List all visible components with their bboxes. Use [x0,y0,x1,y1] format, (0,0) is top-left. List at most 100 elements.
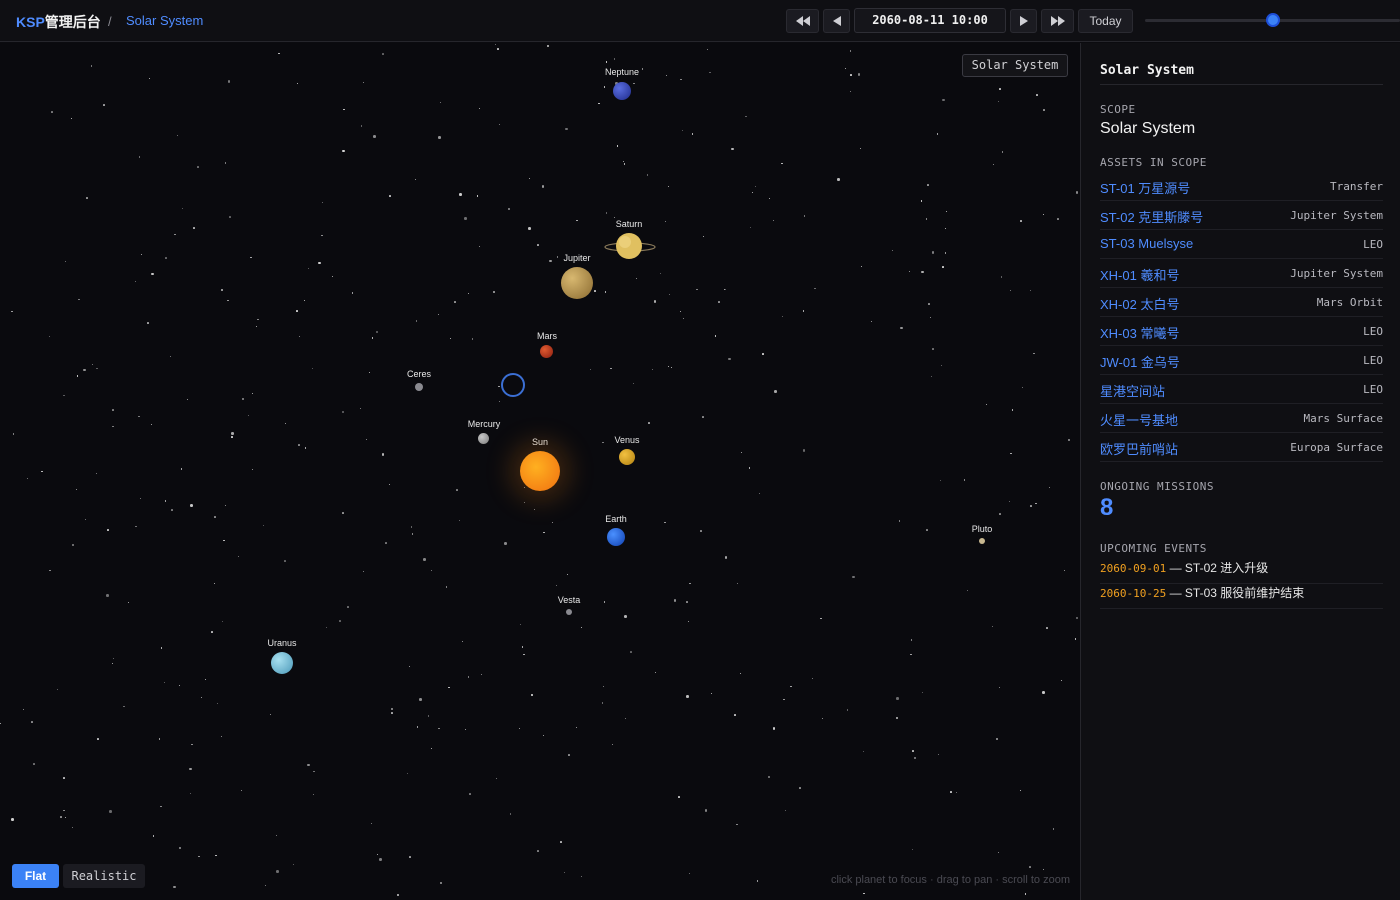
uranus-planet[interactable] [271,652,293,674]
asset-name[interactable]: 欧罗巴前哨站 [1100,439,1178,458]
app-brand[interactable]: KSP管理后台 [16,12,101,32]
star [772,727,776,730]
asset-row[interactable]: 火星一号基地 Mars Surface [1100,404,1383,433]
star [160,647,163,649]
star [304,447,307,449]
star [863,893,865,895]
star [292,864,295,866]
breadcrumb-current[interactable]: Solar System [126,13,203,28]
star [75,489,78,491]
star [189,792,192,795]
timeline-slider-thumb[interactable] [1265,13,1280,27]
star [931,251,935,254]
star [498,123,501,126]
step-forward-button[interactable] [1010,9,1037,33]
star [468,292,470,295]
event-separator: — [1166,586,1185,600]
star [767,775,771,779]
asset-row[interactable]: XH-03 常曦号 LEO [1100,317,1383,346]
asset-row[interactable]: JW-01 金乌号 LEO [1100,346,1383,375]
star [1008,500,1010,503]
asset-row[interactable]: 欧罗巴前哨站 Europa Surface [1100,433,1383,462]
star [369,372,371,374]
asset-name[interactable]: JW-01 金乌号 [1100,352,1180,371]
star [1048,487,1050,489]
star [371,822,373,824]
neptune-planet[interactable] [613,82,631,100]
star [998,852,1000,854]
asset-name[interactable]: 火星一号基地 [1100,410,1178,429]
breadcrumb-separator: / [108,14,112,29]
venus-planet[interactable] [619,449,635,465]
mars-planet[interactable] [540,345,553,358]
star [844,68,846,70]
star [998,101,1000,103]
saturn-planet[interactable] [603,233,657,261]
focus-ring[interactable] [501,373,525,397]
star [224,504,226,506]
earth-planet[interactable] [607,528,625,546]
sun-label: Sun [531,437,549,447]
star [717,301,720,303]
star [725,289,727,291]
star [264,885,266,887]
star [0,722,2,724]
star [106,594,109,597]
asset-row[interactable]: 星港空间站 LEO [1100,375,1383,404]
star [624,717,626,719]
today-button[interactable]: Today [1078,9,1133,33]
star [737,583,739,585]
star [950,791,953,793]
ceres-planet[interactable] [415,383,423,391]
asset-row[interactable]: XH-02 太白号 Mars Orbit [1100,288,1383,317]
star [343,108,345,111]
star [633,383,635,385]
solar-system-canvas[interactable]: Solar System Neptune Saturn Jupiter Mars… [0,43,1080,900]
sun-planet[interactable] [520,451,560,491]
star [605,212,607,214]
asset-name[interactable]: XH-03 常曦号 [1100,323,1179,342]
star [446,586,448,588]
star [860,147,862,150]
asset-name[interactable]: ST-02 克里斯滕号 [1100,207,1203,226]
vesta-planet[interactable] [566,609,572,615]
star [139,498,141,500]
asset-row[interactable]: XH-01 羲和号 Jupiter System [1100,259,1383,288]
star [365,438,367,440]
asset-row[interactable]: ST-02 克里斯滕号 Jupiter System [1100,201,1383,230]
star [92,363,94,365]
star [153,835,155,837]
star [534,509,536,511]
pluto-planet[interactable] [979,538,985,544]
event-separator: — [1166,561,1185,575]
star [745,115,747,117]
realistic-mode-button[interactable]: Realistic [63,864,145,888]
star [49,569,51,572]
star [955,791,957,793]
step-back-button[interactable] [823,9,850,33]
current-date-display[interactable]: 2060-08-11 10:00 [854,8,1006,33]
star [667,366,669,368]
mercury-planet[interactable] [478,433,489,444]
jupiter-planet[interactable] [561,267,593,299]
star [138,156,141,158]
forward-fast-button[interactable] [1041,9,1074,33]
asset-name[interactable]: XH-01 羲和号 [1100,265,1179,284]
star [920,200,922,202]
asset-name[interactable]: XH-02 太白号 [1100,294,1179,313]
star [963,479,966,481]
asset-name[interactable]: 星港空间站 [1100,381,1165,400]
star [688,582,691,585]
rewind-fast-button[interactable] [786,9,819,33]
star [497,48,499,50]
star [178,846,182,850]
details-sidebar: Solar System SCOPE Solar System ASSETS I… [1080,43,1400,900]
asset-row[interactable]: ST-03 Muelsyse LEO [1100,230,1383,259]
flat-mode-button[interactable]: Flat [12,864,59,888]
asset-name[interactable]: ST-03 Muelsyse [1100,236,1193,251]
event-row: 2060-10-25 — ST-03 服役前维护结束 [1100,584,1383,609]
asset-row[interactable]: ST-01 万星源号 Transfer [1100,172,1383,201]
ceres-label: Ceres [406,369,432,379]
star [173,885,176,889]
asset-name[interactable]: ST-01 万星源号 [1100,178,1190,197]
